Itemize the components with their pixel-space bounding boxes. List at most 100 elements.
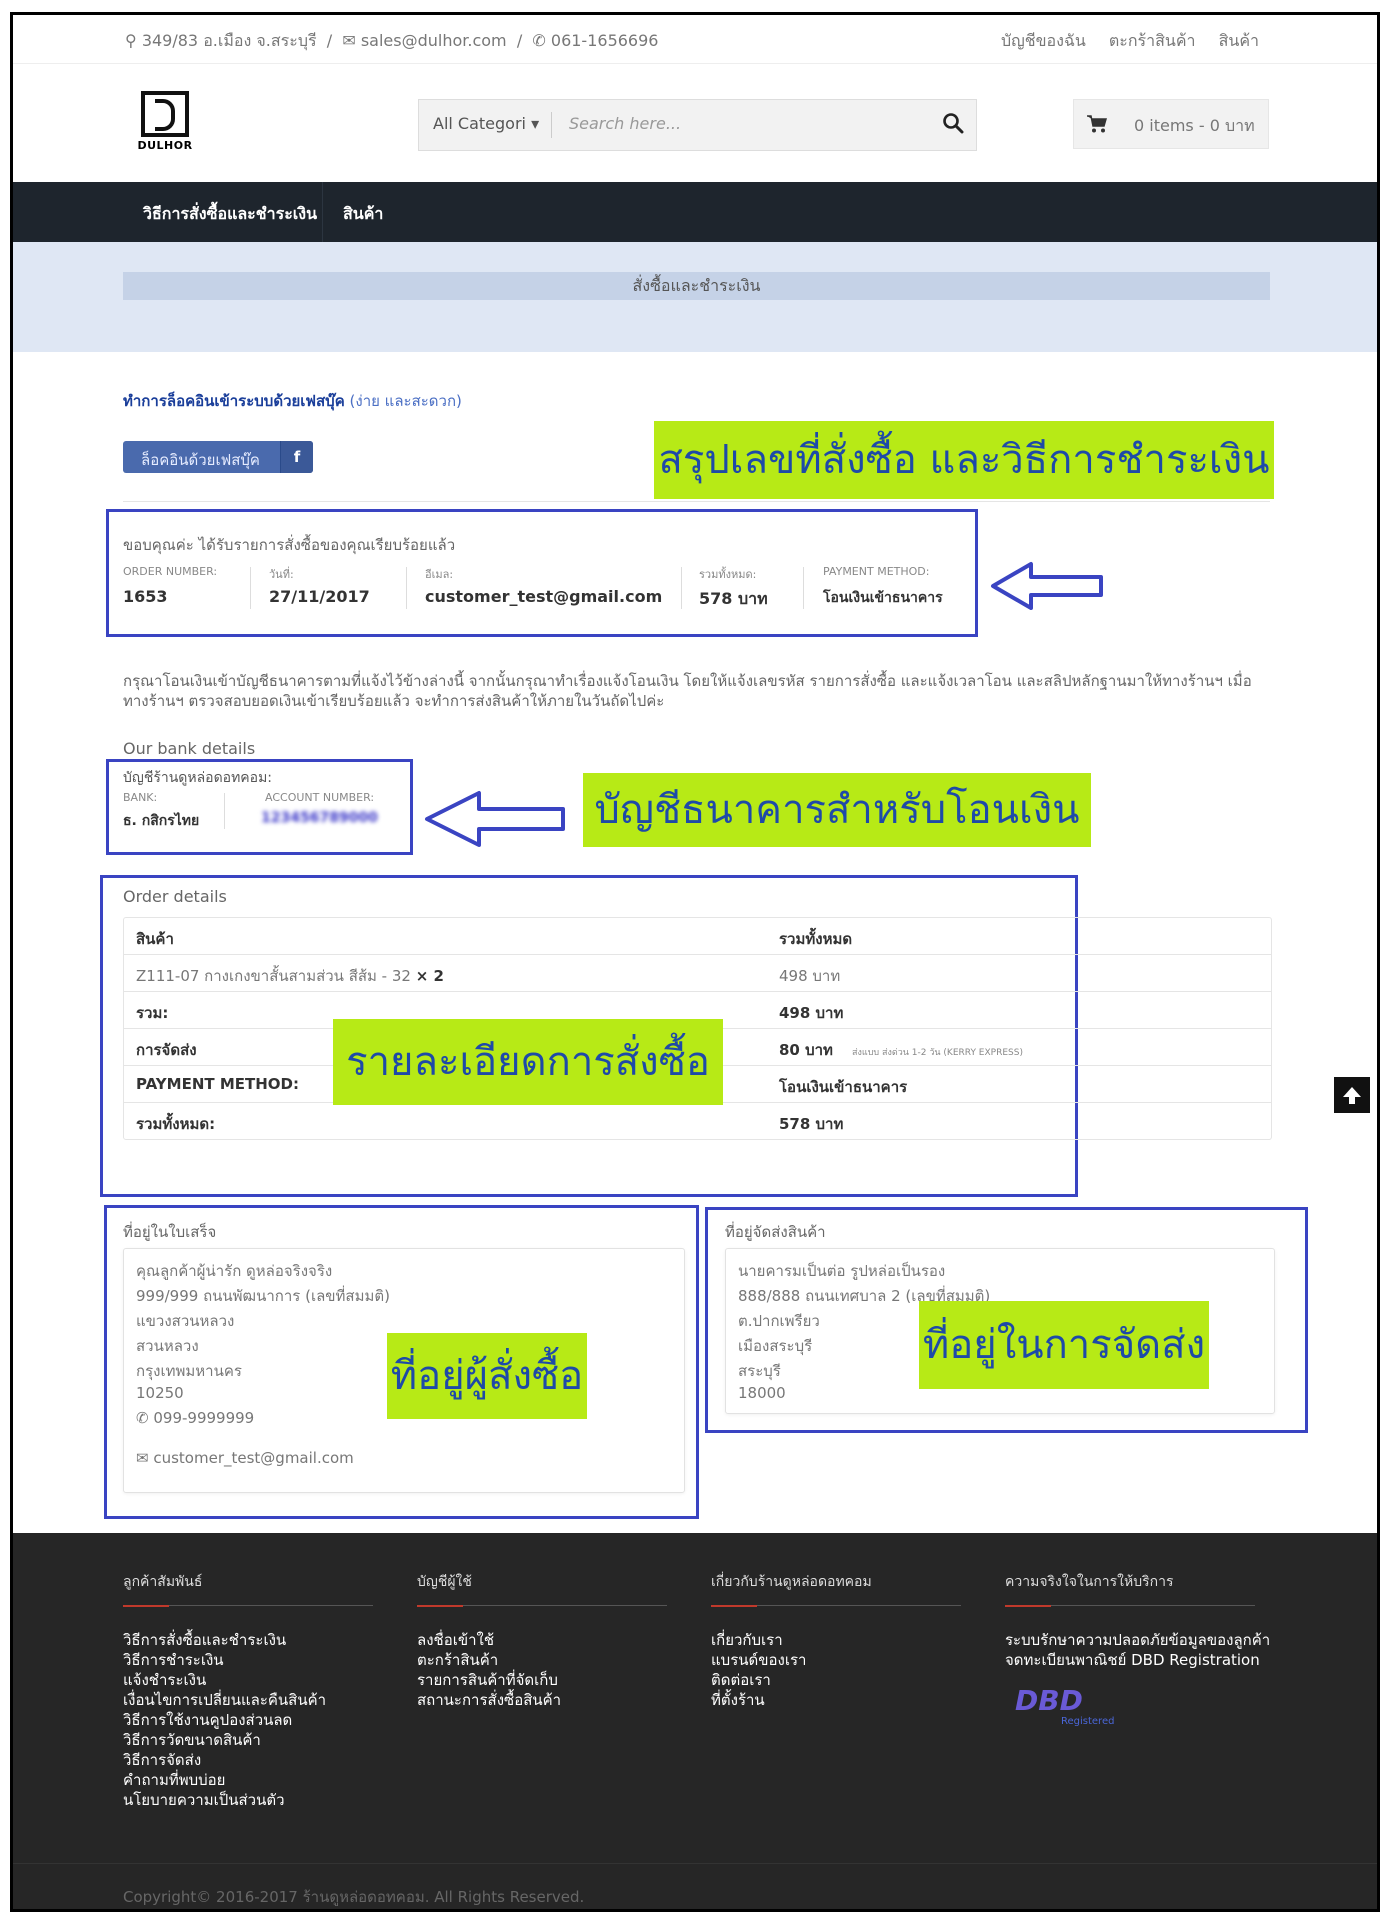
dbd-registered-logo[interactable]: DBD Registered	[1015, 1684, 1135, 1734]
footer-link[interactable]: จดทะเบียนพาณิชย์ DBD Registration	[1005, 1650, 1260, 1670]
payment-method-label: PAYMENT METHOD:	[823, 565, 930, 578]
footer-link[interactable]: แจ้งชำระเงิน	[123, 1670, 373, 1690]
category-dropdown[interactable]: All Categori ▾	[433, 114, 539, 133]
billing-email: customer_test@gmail.com	[153, 1449, 354, 1467]
footer-link[interactable]: แบรนด์ของเรา	[711, 1650, 961, 1670]
site-logo[interactable]: DULHOR	[135, 91, 195, 152]
grand-total-label: รวมทั้งหมด:	[136, 1115, 216, 1133]
callout-summary: สรุปเลขที่สั่งซื้อ และวิธีการชำระเงิน	[654, 421, 1274, 499]
footer-link[interactable]: รายการสินค้าที่จัดเก็บ	[417, 1670, 667, 1690]
product-qty: × 2	[415, 967, 444, 985]
footer-col-title: เกี่ยวกับร้านดูหล่อดอทคอม	[711, 1574, 872, 1590]
product-total: 498 บาท	[779, 967, 841, 985]
bank-label: BANK:	[123, 791, 158, 804]
facebook-icon: f	[280, 441, 313, 473]
facebook-login-link[interactable]: ทำการล็อคอินเข้าระบบด้วยเฟสบุ๊ค	[123, 392, 345, 410]
envelope-icon: ✉	[342, 31, 356, 50]
footer-link[interactable]: วิธีการชำระเงิน	[123, 1650, 373, 1670]
logo-text: DULHOR	[137, 139, 193, 152]
cart-summary[interactable]: 0 items - 0 บาท	[1073, 99, 1269, 149]
shipping-line: ต.ปากเพรียว	[738, 1312, 820, 1330]
billing-line: แขวงสวนหลวง	[136, 1312, 235, 1330]
footer-col-title: ลูกค้าสัมพันธ์	[123, 1574, 203, 1590]
copyright: Copyright© 2016-2017 ร้านดูหล่อดอทคอม. A…	[123, 1888, 585, 1906]
grand-total-value: 578 บาท	[779, 1115, 844, 1133]
subtotal-label: รวม:	[136, 1004, 169, 1022]
footer-link[interactable]: วิธีการสั่งซื้อและชำระเงิน	[123, 1630, 373, 1650]
shipping-line: เมืองสระบุรี	[738, 1337, 813, 1355]
footer-link[interactable]: ตะกร้าสินค้า	[417, 1650, 667, 1670]
cart-text: 0 items - 0 บาท	[1134, 116, 1255, 135]
dbd-logo-text: DBD	[1015, 1684, 1083, 1717]
search-icon[interactable]	[942, 112, 964, 134]
products-link[interactable]: สินค้า	[1219, 31, 1259, 50]
order-date-label: วันที่:	[269, 568, 294, 581]
phone-icon: ✆	[136, 1409, 149, 1427]
footer-link[interactable]: วิธีการวัดขนาดสินค้า	[123, 1730, 373, 1750]
shipping-value: 80 บาท	[779, 1041, 833, 1059]
footer-link[interactable]: ติดต่อเรา	[711, 1670, 961, 1690]
address-text: 349/83 อ.เมือง จ.สระบุรี	[141, 31, 317, 50]
billing-heading: ที่อยู่ในใบเสร็จ	[123, 1223, 217, 1241]
footer-link[interactable]: เงื่อนไขการเปลี่ยนและคืนสินค้า	[123, 1690, 373, 1710]
footer-col-trust: ความจริงใจในการให้บริการ ระบบรักษาความปล…	[1005, 1571, 1270, 1734]
col-total-header: รวมทั้งหมด	[779, 930, 853, 948]
billing-line: คุณลูกค้าผู้น่ารัก ดูหล่อจริงจริง	[136, 1262, 333, 1280]
callout-buyer: ที่อยู่ผู้สั่งซื้อ	[387, 1333, 587, 1419]
page-title: สั่งซื้อและชำระเงิน	[123, 272, 1270, 300]
callout-bank: บัญชีธนาคารสำหรับโอนเงิน	[583, 773, 1091, 847]
callout-shipping: ที่อยู่ในการจัดส่ง	[919, 1301, 1209, 1389]
order-number-value: 1653	[123, 587, 168, 606]
search-input[interactable]: Search here...	[569, 114, 681, 133]
footer-link[interactable]: เกี่ยวกับเรา	[711, 1630, 961, 1650]
bank-value: ธ. กสิกรไทย	[123, 813, 200, 829]
order-total-label: รวมทั้งหมด:	[699, 568, 757, 581]
table-row: รวมทั้งหมด: 578 บาท	[124, 1103, 1271, 1139]
order-number-label: ORDER NUMBER:	[123, 565, 218, 578]
footer-link[interactable]: วิธีการจัดส่ง	[123, 1750, 373, 1770]
shipping-line: นายคารมเป็นต่อ รูปหล่อเป็นรอง	[738, 1262, 946, 1280]
contact-info: ⚲ 349/83 อ.เมือง จ.สระบุรี / ✉ sales@dul…	[125, 31, 659, 50]
billing-line: 10250	[136, 1384, 184, 1402]
footer-link[interactable]: วิธีการใช้งานคูปองส่วนลด	[123, 1710, 373, 1730]
method-label: PAYMENT METHOD:	[136, 1075, 299, 1093]
search-bar: All Categori ▾ Search here...	[418, 99, 977, 151]
email-link[interactable]: sales@dulhor.com	[361, 31, 507, 50]
nav-products[interactable]: สินค้า	[343, 202, 383, 227]
callout-order: รายละเอียดการสั่งซื้อ	[333, 1019, 723, 1105]
footer: ลูกค้าสัมพันธ์ วิธีการสั่งซื้อและชำระเงิ…	[13, 1533, 1377, 1909]
order-date-value: 27/11/2017	[269, 587, 370, 606]
footer-link[interactable]: นโยบายความเป็นส่วนตัว	[123, 1790, 373, 1810]
order-email-value: customer_test@gmail.com	[425, 587, 663, 606]
account-number-label: ACCOUNT NUMBER:	[265, 791, 375, 804]
order-total-value: 578 บาท	[699, 589, 768, 608]
footer-link[interactable]: ที่ตั้งร้าน	[711, 1690, 961, 1710]
facebook-login-prompt: ทำการล็อคอินเข้าระบบด้วยเฟสบุ๊ค (ง่าย แล…	[123, 392, 462, 410]
footer-link[interactable]: ลงชื่อเข้าใช้	[417, 1630, 667, 1650]
account-number-value: 123456789000	[261, 810, 378, 826]
phone-link[interactable]: 061-1656696	[551, 31, 659, 50]
page-header: สั่งซื้อและชำระเงิน	[13, 242, 1377, 352]
footer-link[interactable]: สถานะการสั่งซื้อสินค้า	[417, 1690, 667, 1710]
shipping-note: ส่งแบบ ส่งด่วน 1-2 วัน (KERRY EXPRESS)	[852, 1048, 1023, 1058]
dbd-logo-sub: Registered	[1061, 1716, 1115, 1727]
shipping-line: 18000	[738, 1384, 786, 1402]
phone-icon: ✆	[532, 31, 546, 50]
footer-link[interactable]: คำถามที่พบบ่อย	[123, 1770, 373, 1790]
cart-link[interactable]: ตะกร้าสินค้า	[1109, 31, 1196, 50]
arrow-up-icon	[1343, 1087, 1361, 1104]
facebook-login-button[interactable]: ล็อคอินด้วยเฟสบุ๊ค f	[123, 441, 313, 473]
arrow-left-icon	[991, 562, 1103, 610]
product-name[interactable]: Z111-07 กางเกงขาสั้นสามส่วน สีส้ม - 32	[136, 967, 411, 985]
footer-col-title: บัญชีผู้ใช้	[417, 1574, 472, 1590]
divider	[123, 501, 1270, 502]
my-account-link[interactable]: บัญชีของฉัน	[1001, 31, 1086, 50]
footer-col-account: บัญชีผู้ใช้ ลงชื่อเข้าใช้ ตะกร้าสินค้า ร…	[417, 1571, 667, 1710]
back-to-top-button[interactable]	[1334, 1077, 1370, 1113]
footer-link[interactable]: ระบบรักษาความปลอดภัยข้อมูลของลูกค้า	[1005, 1630, 1270, 1650]
main-nav: วิธีการสั่งซื้อและชำระเงิน สินค้า	[13, 182, 1377, 242]
shipping-line: สระบุรี	[738, 1362, 781, 1380]
nav-how-to-order[interactable]: วิธีการสั่งซื้อและชำระเงิน	[143, 202, 317, 227]
cart-icon	[1087, 115, 1107, 133]
method-value: โอนเงินเข้าธนาคาร	[779, 1078, 908, 1096]
